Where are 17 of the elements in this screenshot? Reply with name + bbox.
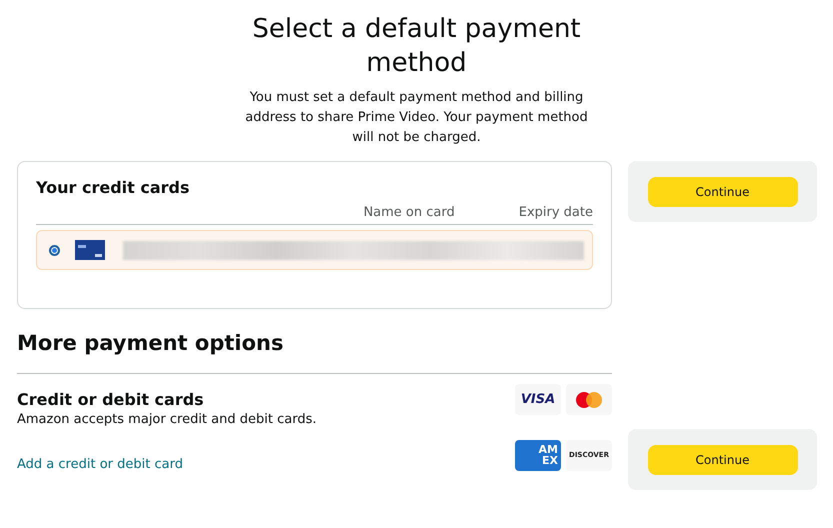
page-title: Select a default payment method	[251, 13, 582, 80]
card-row[interactable]	[36, 230, 593, 270]
mastercard-logo	[566, 384, 612, 415]
section-title: More payment options	[17, 331, 284, 355]
option-title: Credit or debit cards	[17, 390, 205, 409]
visa-logo: VISA	[515, 384, 561, 415]
option-description: Amazon accepts major credit and debit cards.	[17, 412, 316, 427]
section-title: Your credit cards	[36, 178, 190, 197]
add-card-link[interactable]: Add a credit or debit card	[17, 457, 316, 472]
continue-button[interactable]: Continue	[648, 444, 798, 474]
column-header: Expiry date	[518, 205, 593, 220]
page-subtitle: You must set a default payment method and billing address to share Prime Video. Your payment method will not be charged.	[244, 89, 589, 147]
card-icon	[75, 240, 105, 260]
column-header: Name on card	[363, 205, 455, 220]
amex-logo: AM EX	[515, 440, 561, 470]
radio-button[interactable]	[49, 244, 60, 256]
continue-button[interactable]: Continue	[648, 176, 798, 206]
